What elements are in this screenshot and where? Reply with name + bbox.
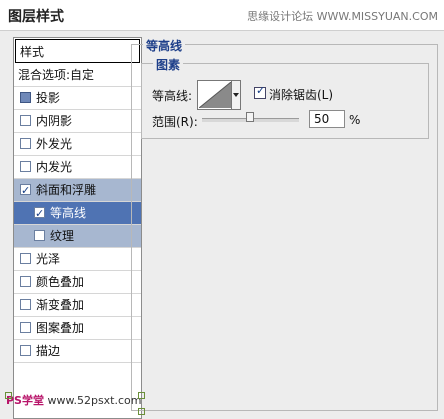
styles-header[interactable]: 样式 [15, 39, 140, 63]
style-item-label: 斜面和浮雕 [36, 183, 97, 197]
style-item-color-overlay[interactable]: 颜色叠加 [14, 271, 141, 294]
style-item-contour[interactable]: 等高线 [14, 202, 141, 225]
watermark-bottom: PS学堂 www.52psxt.com [6, 392, 141, 408]
contour-label: 等高线: [152, 89, 193, 103]
range-input[interactable]: 50 [309, 110, 345, 128]
checkbox-icon[interactable] [20, 345, 31, 356]
style-item-label: 外发光 [36, 137, 73, 151]
style-item-satin[interactable]: 光泽 [14, 248, 141, 271]
corner-marker [138, 408, 145, 415]
style-item-label: 描边 [36, 344, 61, 358]
style-item-label: 投影 [36, 91, 61, 105]
title-bar: 图层样式 思缘设计论坛 WWW.MISSYUAN.COM [0, 0, 444, 31]
style-item-inner-shadow[interactable]: 内阴影 [14, 110, 141, 133]
chevron-down-icon[interactable] [231, 81, 240, 109]
checkbox-icon[interactable] [34, 230, 45, 241]
style-item-pattern-overlay[interactable]: 图案叠加 [14, 317, 141, 340]
checkbox-icon[interactable] [20, 299, 31, 310]
dialog-title: 图层样式 [8, 9, 64, 25]
style-item-drop-shadow[interactable]: 投影 [14, 87, 141, 110]
blending-options-item[interactable]: 混合选项:自定 [14, 64, 141, 87]
contour-picker[interactable] [197, 80, 241, 110]
range-slider-thumb[interactable] [246, 112, 254, 122]
range-label: 范围(R): [152, 115, 198, 129]
watermark-top: 思缘设计论坛 WWW.MISSYUAN.COM [247, 10, 438, 23]
checkbox-icon[interactable] [20, 276, 31, 287]
style-item-label: 渐变叠加 [36, 298, 85, 312]
style-item-bevel-emboss[interactable]: 斜面和浮雕 [14, 179, 141, 202]
contour-curve-icon [199, 82, 231, 108]
style-item-label: 内阴影 [36, 114, 73, 128]
style-item-label: 纹理 [50, 229, 75, 243]
watermark-site: www.52psxt.com [47, 394, 142, 407]
checkbox-icon[interactable] [20, 115, 31, 126]
checkbox-icon[interactable] [20, 253, 31, 264]
styles-list: 样式 混合选项:自定 投影 内阴影 外发光 内发光 斜面和浮雕 等高线 纹理 光… [13, 37, 142, 419]
style-item-texture[interactable]: 纹理 [14, 225, 141, 248]
checkbox-icon[interactable] [20, 138, 31, 149]
antialias-checkbox[interactable] [254, 84, 266, 99]
checkbox-checked-icon[interactable] [34, 203, 45, 225]
style-item-label: 图案叠加 [36, 321, 85, 335]
style-item-label: 等高线 [50, 206, 87, 220]
checkbox-icon[interactable] [20, 322, 31, 333]
corner-marker [5, 392, 12, 399]
range-unit: % [349, 113, 361, 127]
style-item-label: 颜色叠加 [36, 275, 85, 289]
style-item-label: 光泽 [36, 252, 61, 266]
style-item-gradient-overlay[interactable]: 渐变叠加 [14, 294, 141, 317]
style-item-label: 内发光 [36, 160, 73, 174]
style-item-inner-glow[interactable]: 内发光 [14, 156, 141, 179]
contour-group-title: 等高线 [143, 37, 186, 54]
checkbox-icon[interactable] [20, 161, 31, 172]
corner-marker [138, 392, 145, 399]
style-item-stroke[interactable]: 描边 [14, 340, 141, 363]
style-item-outer-glow[interactable]: 外发光 [14, 133, 141, 156]
elements-group-title: 图素 [153, 56, 184, 73]
checkbox-icon[interactable] [20, 92, 31, 103]
checkbox-checked-icon[interactable] [20, 180, 31, 202]
antialias-label[interactable]: 消除锯齿(L) [269, 86, 333, 103]
